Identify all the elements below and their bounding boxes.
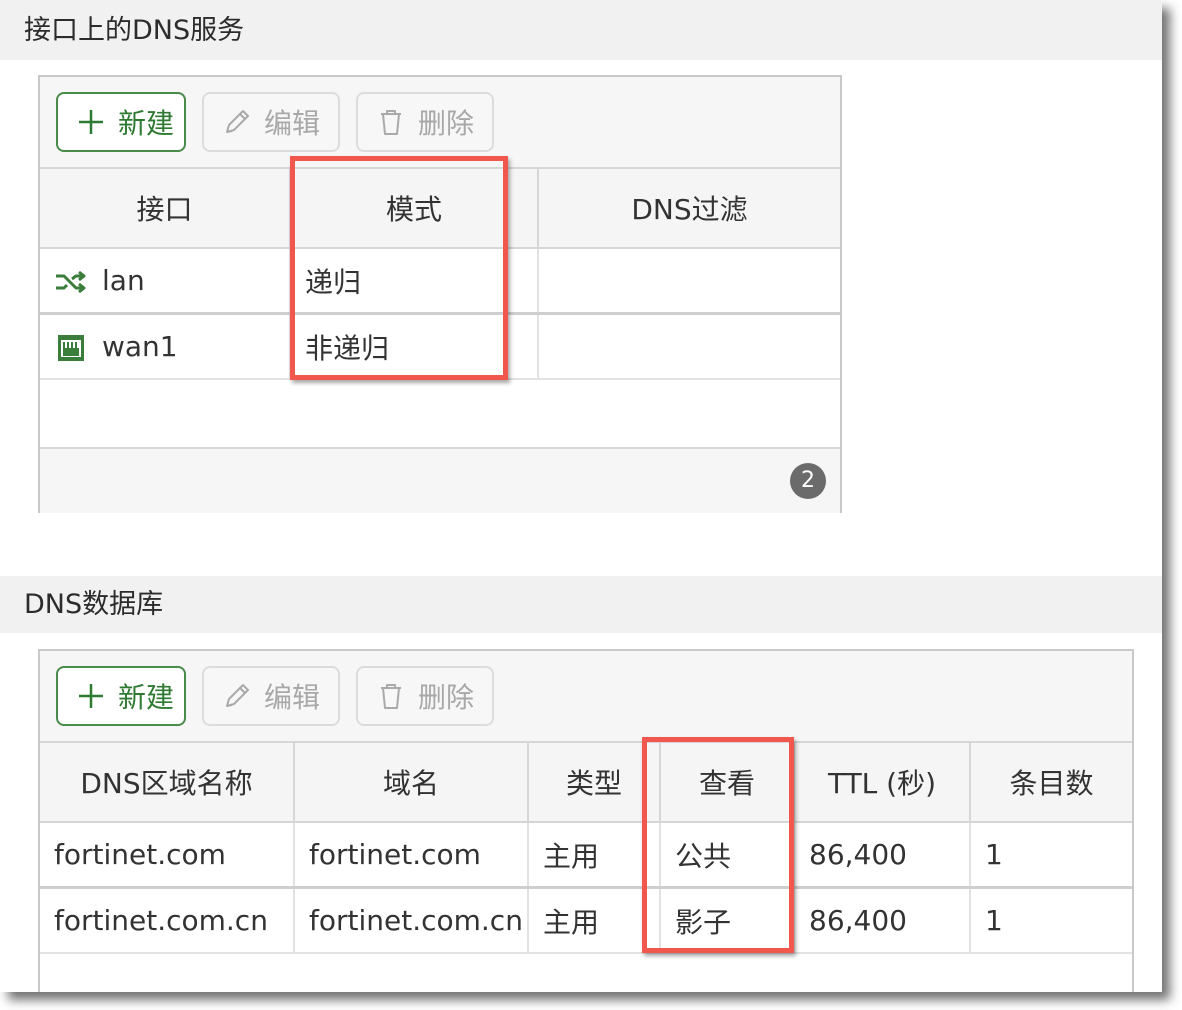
table-footer: 2 bbox=[40, 447, 840, 513]
table-row[interactable]: fortinet.com.cn fortinet.com.cn 主用 影子 86… bbox=[40, 887, 1132, 954]
dns-filter-cell bbox=[538, 313, 840, 380]
shuffle-icon bbox=[56, 270, 86, 294]
type-cell: 主用 bbox=[528, 887, 661, 954]
interface-name: lan bbox=[102, 264, 145, 297]
dns-database-table: DNS区域名称 域名 类型 查看 TTL (秒) 条目数 fortinet.co… bbox=[40, 741, 1132, 954]
delete-button-label: 删除 bbox=[418, 107, 475, 140]
table-row[interactable]: fortinet.com fortinet.com 主用 公共 86,400 1 bbox=[40, 822, 1132, 889]
delete-button[interactable]: 删除 bbox=[356, 666, 494, 726]
dns-filter-cell bbox=[538, 248, 840, 315]
highlight-box-mode-column bbox=[290, 156, 508, 380]
screenshot-canvas: 接口上的DNS服务 新建 编辑 删除 接口 模式 DNS过滤 lan 递归 wa… bbox=[0, 0, 1162, 992]
edit-button-label: 编辑 bbox=[264, 107, 321, 140]
interface-cell: lan bbox=[40, 248, 291, 315]
zone-cell: fortinet.com.cn bbox=[40, 887, 295, 954]
interface-cell: wan1 bbox=[40, 313, 291, 380]
delete-button-label: 删除 bbox=[418, 681, 475, 714]
interface-name: wan1 bbox=[102, 330, 178, 363]
plus-icon bbox=[79, 684, 103, 708]
toolbar: 新建 编辑 删除 bbox=[40, 77, 840, 167]
column-header-dns-filter[interactable]: DNS过滤 bbox=[538, 167, 840, 249]
domain-cell: fortinet.com bbox=[294, 822, 529, 889]
ethernet-port-icon bbox=[58, 335, 84, 361]
new-button[interactable]: 新建 bbox=[56, 666, 186, 726]
toolbar: 新建 编辑 删除 bbox=[40, 651, 1132, 741]
zone-cell: fortinet.com bbox=[40, 822, 295, 889]
edit-button-label: 编辑 bbox=[264, 681, 321, 714]
domain-cell: fortinet.com.cn bbox=[294, 887, 529, 954]
ttl-cell: 86,400 bbox=[794, 887, 971, 954]
new-button-label: 新建 bbox=[118, 107, 175, 140]
new-button-label: 新建 bbox=[118, 681, 175, 714]
new-button[interactable]: 新建 bbox=[56, 92, 186, 152]
row-count-badge: 2 bbox=[790, 463, 826, 499]
delete-button[interactable]: 删除 bbox=[356, 92, 494, 152]
entries-cell: 1 bbox=[970, 887, 1132, 954]
column-header-entries[interactable]: 条目数 bbox=[970, 741, 1132, 823]
trash-icon bbox=[381, 110, 401, 135]
column-header-interface[interactable]: 接口 bbox=[40, 167, 291, 249]
entries-cell: 1 bbox=[970, 822, 1132, 889]
pencil-icon bbox=[226, 110, 249, 133]
column-header-zone-name[interactable]: DNS区域名称 bbox=[40, 741, 295, 823]
edit-button[interactable]: 编辑 bbox=[202, 666, 340, 726]
section-title-dns-database: DNS数据库 bbox=[0, 576, 1162, 633]
pencil-icon bbox=[226, 684, 249, 707]
ttl-cell: 86,400 bbox=[794, 822, 971, 889]
plus-icon bbox=[79, 110, 103, 134]
dns-database-panel: 新建 编辑 删除 DNS区域名称 域名 类型 查看 TTL (秒) 条目数 fo… bbox=[38, 649, 1134, 992]
column-header-ttl[interactable]: TTL (秒) bbox=[794, 741, 971, 823]
trash-icon bbox=[381, 684, 401, 709]
type-cell: 主用 bbox=[528, 822, 661, 889]
column-header-domain[interactable]: 域名 bbox=[294, 741, 529, 823]
highlight-box-view-column bbox=[642, 737, 794, 953]
column-header-type[interactable]: 类型 bbox=[528, 741, 661, 823]
section-title-dns-service: 接口上的DNS服务 bbox=[0, 0, 1162, 60]
edit-button[interactable]: 编辑 bbox=[202, 92, 340, 152]
table-header-row: DNS区域名称 域名 类型 查看 TTL (秒) 条目数 bbox=[40, 741, 1132, 823]
